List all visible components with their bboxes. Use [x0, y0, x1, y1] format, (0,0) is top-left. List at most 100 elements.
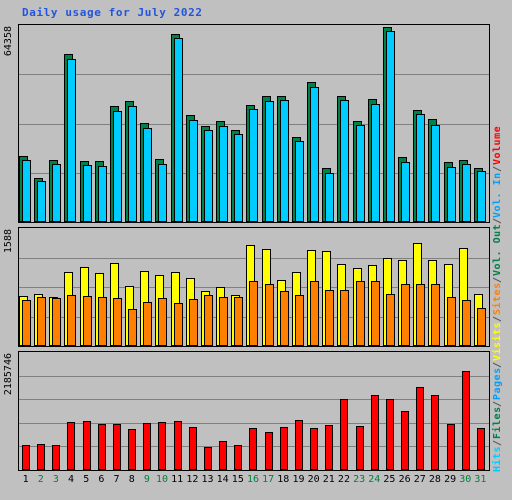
x-axis-tick-day-5: 5 [83, 474, 90, 485]
bar-sites [234, 297, 244, 346]
day-bar-group [458, 25, 474, 222]
day-bar-group [291, 25, 307, 222]
bar-hits [385, 31, 395, 222]
legend-entry-pages: Pages [492, 367, 503, 401]
day-bar-group [94, 25, 110, 222]
bar-sites [355, 281, 365, 346]
bar-hits [249, 109, 259, 222]
bar-volume [234, 445, 243, 470]
bar-sites [249, 281, 259, 346]
day-bar-group [413, 25, 428, 222]
legend-entry-visits: Visits [492, 321, 503, 362]
day-bar-group [170, 228, 186, 346]
bar-volume [52, 445, 61, 470]
bar-volume [325, 425, 334, 470]
bar-hits [82, 165, 92, 222]
day-bar-group [34, 25, 49, 222]
bar-sites [385, 294, 395, 346]
day-bar-group [155, 352, 170, 470]
day-bar-group [367, 25, 383, 222]
day-bar-group [170, 25, 186, 222]
day-bar-group [200, 25, 216, 222]
bar-sites [416, 284, 426, 346]
day-bar-group [307, 25, 322, 222]
x-axis-tick-day-13: 13 [201, 474, 214, 485]
day-bar-group [79, 25, 95, 222]
x-axis-tick-day-2: 2 [37, 474, 44, 485]
bar-volume [158, 422, 167, 470]
bar-sites [112, 298, 122, 346]
day-bar-group [473, 228, 489, 346]
bar-sites [279, 291, 289, 346]
day-bar-group [110, 352, 125, 470]
day-bar-group [307, 352, 322, 470]
day-bar-group [186, 352, 201, 470]
day-bar-group [262, 352, 277, 470]
bar-volume [416, 387, 425, 470]
day-bar-group [277, 352, 292, 470]
x-axis-tick-day-9: 9 [143, 474, 150, 485]
day-bar-group [94, 228, 110, 346]
day-bar-group [64, 352, 79, 470]
bar-volume [279, 427, 288, 470]
bar-volume [219, 441, 228, 470]
bar-volume [264, 432, 273, 470]
bar-hits [355, 125, 365, 222]
legend-entry-vol-in: Vol. In [492, 171, 503, 218]
bar-hits [234, 134, 244, 222]
x-axis-tick-day-16: 16 [246, 474, 259, 485]
day-bar-group [368, 352, 383, 470]
day-bar-group [64, 228, 79, 346]
day-bar-group [19, 352, 34, 470]
x-axis-tick-day-24: 24 [368, 474, 381, 485]
x-axis-tick-day-23: 23 [353, 474, 366, 485]
bar-volume [446, 424, 455, 470]
x-axis-tick-day-21: 21 [322, 474, 335, 485]
bar-sites [401, 284, 411, 346]
day-bar-group [140, 352, 155, 470]
bar-sites [325, 290, 335, 346]
bar-hits [416, 114, 426, 222]
day-bar-group [292, 352, 307, 470]
bar-hits [112, 111, 122, 222]
legend-entry-files: Files [492, 406, 503, 440]
bar-sites [340, 290, 350, 346]
day-bar-group [231, 352, 246, 470]
bar-hits [203, 130, 213, 222]
bar-sites [37, 297, 47, 346]
day-bar-group [443, 228, 459, 346]
bar-sites [22, 300, 31, 346]
day-bar-group [19, 25, 34, 222]
day-bar-group [261, 228, 277, 346]
day-bar-group [382, 228, 398, 346]
day-bar-group [458, 228, 474, 346]
bar-sites [82, 296, 92, 346]
bar-hits [431, 125, 441, 222]
bar-hits [219, 126, 229, 222]
bar-hits [264, 101, 274, 222]
day-bar-group [428, 228, 443, 346]
x-axis-tick-day-10: 10 [155, 474, 169, 485]
bar-sites [446, 297, 456, 346]
day-bar-group [19, 228, 34, 346]
x-axis-tick-day-1: 1 [22, 474, 29, 485]
day-bar-group [337, 228, 352, 346]
x-axis-tick-day-12: 12 [186, 474, 199, 485]
day-bar-group [246, 228, 261, 346]
volume-axis-max-label: 2185746 [3, 353, 14, 396]
legend-entry-volume: Volume [492, 126, 503, 166]
plot-area-volume [19, 352, 489, 470]
bar-hits [370, 104, 380, 222]
day-bar-group [79, 228, 95, 346]
day-bar-group [413, 352, 428, 470]
day-bar-group [109, 25, 125, 222]
day-bar-group [185, 25, 201, 222]
bar-hits [37, 181, 47, 222]
bar-sites [143, 302, 153, 346]
day-bar-group [428, 352, 443, 470]
day-bar-group [352, 25, 368, 222]
legend-entry-sites: Sites [492, 282, 503, 316]
plot-area-visits-sites [19, 228, 489, 346]
bar-hits [128, 106, 138, 222]
series-legend: Hits / Files / Pages / Visits / Sites / … [492, 24, 510, 472]
